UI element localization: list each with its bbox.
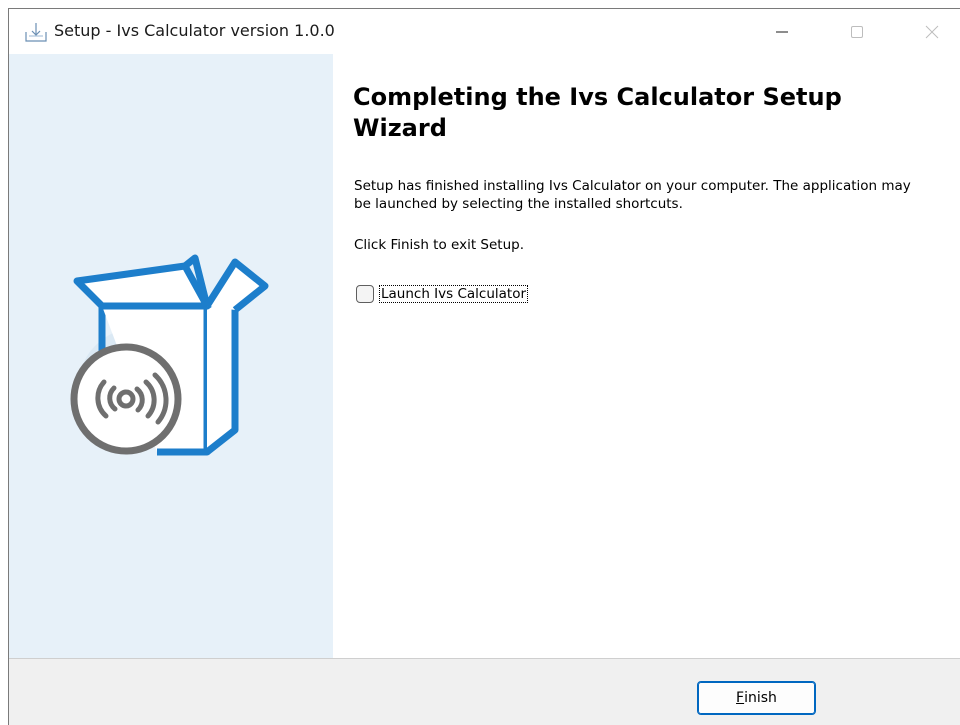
window-title: Setup - Ivs Calculator version 1.0.0 <box>54 21 335 40</box>
wizard-content: Completing the Ivs Calculator Setup Wiza… <box>333 54 960 658</box>
wizard-footer: Finish <box>9 659 960 725</box>
finish-button[interactable]: Finish <box>697 681 816 715</box>
close-button[interactable] <box>909 9 955 54</box>
setup-window: Setup - Ivs Calculator version 1.0.0 Com… <box>8 8 960 725</box>
finished-message: Setup has finished installing Ivs Calcul… <box>354 178 911 212</box>
launch-checkbox-label[interactable]: Launch Ivs Calculator <box>378 285 529 303</box>
launch-checkbox-row[interactable]: Launch Ivs Calculator <box>356 285 529 303</box>
finish-label-rest: inish <box>744 690 777 706</box>
installer-icon <box>25 23 47 42</box>
minimize-button[interactable] <box>759 9 805 54</box>
launch-checkbox[interactable] <box>356 285 374 303</box>
wizard-sidebar <box>9 54 333 658</box>
desktop-background <box>0 0 960 8</box>
page-title: Completing the Ivs Calculator Setup Wiza… <box>353 83 842 142</box>
close-icon <box>925 25 939 38</box>
finish-accelerator: F <box>736 690 745 706</box>
maximize-icon <box>851 25 863 38</box>
minimize-icon <box>776 31 788 32</box>
software-box-icon <box>70 254 269 456</box>
maximize-button <box>834 9 880 54</box>
exit-instruction: Click Finish to exit Setup. <box>354 237 525 253</box>
title-bar[interactable]: Setup - Ivs Calculator version 1.0.0 <box>9 9 960 54</box>
